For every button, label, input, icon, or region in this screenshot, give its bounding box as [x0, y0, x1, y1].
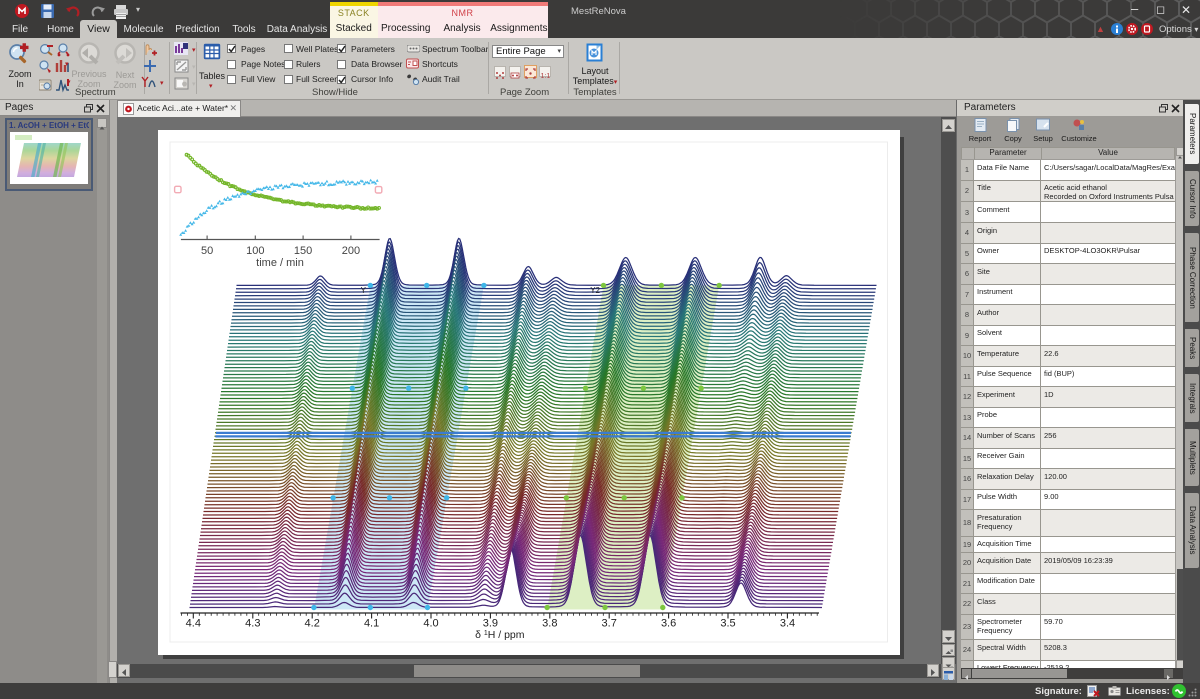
svg-text:time / min: time / min: [256, 257, 304, 269]
svg-text:4.4: 4.4: [186, 618, 201, 630]
svg-text:Y2: Y2: [590, 286, 600, 295]
svg-text:200: 200: [342, 245, 360, 257]
svg-text:3.8: 3.8: [542, 618, 557, 630]
svg-text:3.7: 3.7: [602, 618, 617, 630]
svg-text:3.5: 3.5: [720, 618, 735, 630]
svg-text:150: 150: [294, 245, 312, 257]
svg-text:4.2: 4.2: [305, 618, 320, 630]
svg-text:4.3: 4.3: [245, 618, 260, 630]
svg-text:4.0: 4.0: [423, 618, 438, 630]
svg-text:3.9: 3.9: [483, 618, 498, 630]
svg-text:δ 1H / ppm: δ 1H / ppm: [475, 629, 525, 641]
svg-text:3.6: 3.6: [661, 618, 676, 630]
svg-text:4.1: 4.1: [364, 618, 379, 630]
svg-text:1:1: 1:1: [541, 73, 551, 80]
svg-text:50: 50: [201, 245, 213, 257]
svg-text:100: 100: [246, 245, 264, 257]
svg-text:3.4: 3.4: [780, 618, 795, 630]
svg-text:Y: Y: [361, 286, 367, 295]
